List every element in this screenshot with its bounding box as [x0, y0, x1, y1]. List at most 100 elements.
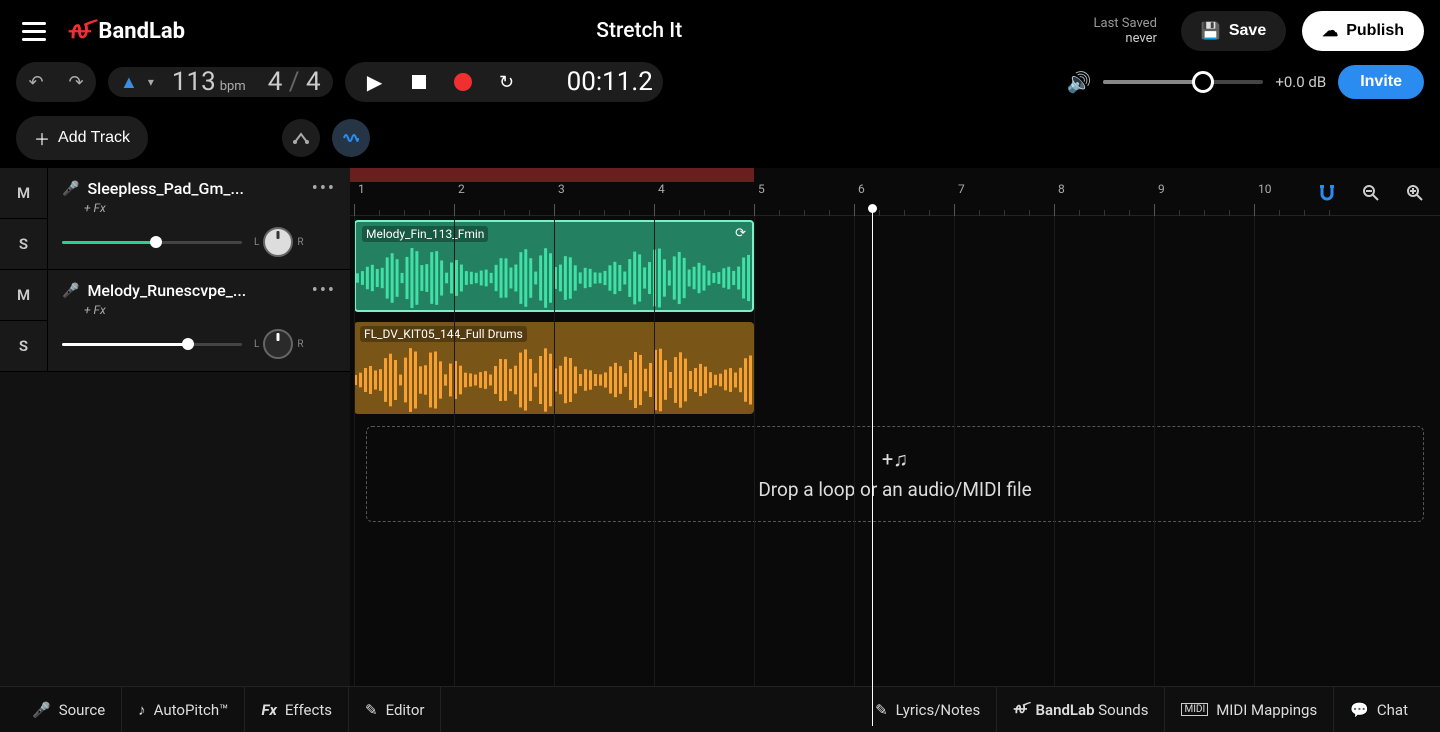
pan-right-label: R — [297, 237, 303, 248]
bandlab-sounds-tab[interactable]: ꫛ BandLab Sounds — [997, 687, 1165, 732]
playhead[interactable] — [872, 210, 873, 726]
chat-icon: 💬 — [1350, 701, 1369, 719]
pan-knob[interactable] — [263, 227, 293, 257]
sounds-brand: BandLab — [1036, 701, 1095, 719]
solo-button[interactable]: S — [0, 321, 47, 371]
mute-button[interactable]: M — [0, 168, 47, 219]
timeline-tools — [1310, 176, 1432, 210]
pen-icon: ✎ — [875, 701, 888, 719]
volume-db: +0.0 dB — [1275, 73, 1326, 91]
editor-label: Editor — [386, 701, 425, 719]
sounds-word: Sounds — [1098, 701, 1148, 719]
pan-left-label: L — [254, 237, 259, 248]
redo-button[interactable]: ↷ — [56, 62, 96, 102]
autopitch-tab[interactable]: ♪ AutoPitch™ — [122, 687, 245, 732]
pan-right-label: R — [297, 339, 303, 350]
last-saved: Last Saved never — [1094, 16, 1157, 46]
effects-label: Effects — [285, 701, 332, 719]
tune-icon: ♪ — [138, 701, 146, 719]
tempo-value: 113 — [172, 67, 216, 97]
chevron-down-icon[interactable]: ▾ — [148, 75, 154, 89]
history-pill: ↶ ↷ — [16, 62, 96, 102]
project-title[interactable]: Stretch It — [201, 19, 1078, 43]
midi-icon: MIDI — [1181, 703, 1208, 716]
brand-name: BandLab — [98, 19, 185, 44]
speaker-icon[interactable]: 🔊 — [1066, 70, 1091, 94]
sig-denominator: 4 — [306, 67, 321, 97]
fx-label[interactable]: + Fx — [84, 303, 336, 317]
effects-tab[interactable]: Fx Effects — [245, 687, 349, 732]
drop-zone-label: Drop a loop or an audio/MIDI file — [758, 478, 1031, 501]
titlebar: ꫛ BandLab Stretch It Last Saved never 💾 … — [0, 0, 1440, 62]
tempo-display[interactable]: 113 bpm — [172, 67, 246, 97]
mic-icon: 🎤 — [62, 181, 79, 197]
pencil-icon: ✎ — [365, 701, 378, 719]
publish-button[interactable]: ☁ Publish — [1302, 11, 1424, 51]
tempo-signature-pill: ▲ ▾ 113 bpm 4 / 4 — [108, 67, 333, 97]
tempo-unit: bpm — [220, 79, 246, 94]
record-button[interactable] — [443, 62, 483, 102]
track-volume-slider[interactable] — [62, 241, 242, 244]
fx-label[interactable]: + Fx — [84, 201, 336, 215]
track-volume-slider[interactable] — [62, 343, 242, 346]
transport-toolbar: ↶ ↷ ▲ ▾ 113 bpm 4 / 4 ▶ ↻ 00:11.2 🔊 +0.0… — [0, 62, 1440, 116]
waveform-toggle[interactable] — [332, 119, 370, 157]
timeline[interactable]: 12345678910 Melody_Fin_113_Fmin ⟳ FL_DV_KI… — [350, 168, 1440, 726]
solo-button[interactable]: S — [0, 219, 47, 269]
master-volume: 🔊 +0.0 dB — [1066, 70, 1326, 94]
stop-button[interactable] — [399, 62, 439, 102]
last-saved-value: never — [1094, 31, 1157, 46]
invite-button[interactable]: Invite — [1338, 65, 1424, 99]
pan-knob[interactable] — [263, 329, 293, 359]
clip-loop-icon[interactable]: ⟳ — [735, 226, 746, 241]
sig-numerator: 4 — [268, 67, 283, 97]
track-row[interactable]: M S 🎤 Sleepless_Pad_Gm_... ••• + Fx L R — [0, 168, 350, 270]
undo-button[interactable]: ↶ — [16, 62, 56, 102]
autopitch-label: AutoPitch™ — [154, 701, 229, 719]
track-menu-button[interactable]: ••• — [312, 178, 336, 199]
fx-icon: Fx — [261, 701, 276, 719]
automation-toggle[interactable] — [282, 119, 320, 157]
transport-controls: ▶ ↻ 00:11.2 — [345, 62, 663, 102]
flame-icon: ꫛ — [68, 6, 92, 57]
lyrics-notes-tab[interactable]: ✎ Lyrics/Notes — [859, 687, 997, 732]
invite-label: Invite — [1360, 73, 1402, 91]
drop-zone[interactable]: +♫ Drop a loop or an audio/MIDI file — [366, 426, 1424, 522]
time-signature[interactable]: 4 / 4 — [268, 67, 321, 97]
add-track-label: Add Track — [58, 129, 130, 147]
metronome-icon[interactable]: ▲ — [120, 72, 138, 93]
chat-tab[interactable]: 💬 Chat — [1334, 687, 1424, 732]
track-menu-button[interactable]: ••• — [312, 280, 336, 301]
menu-button[interactable] — [16, 16, 52, 47]
bottom-bar: 🎤 Source ♪ AutoPitch™ Fx Effects ✎ Edito… — [0, 686, 1440, 732]
brand-logo[interactable]: ꫛ BandLab — [68, 6, 185, 57]
clip-label: Melody_Fin_113_Fmin — [362, 226, 488, 242]
mute-button[interactable]: M — [0, 270, 47, 321]
snap-toggle[interactable] — [1310, 176, 1344, 210]
source-tab[interactable]: 🎤 Source — [16, 687, 122, 732]
source-label: Source — [59, 701, 105, 719]
music-plus-icon: +♫ — [882, 447, 908, 472]
pan-left-label: L — [254, 339, 259, 350]
zoom-out-button[interactable] — [1354, 176, 1388, 210]
midi-mappings-tab[interactable]: MIDI MIDI Mappings — [1165, 687, 1334, 732]
mic-icon: 🎤 — [62, 283, 79, 299]
mic-icon: 🎤 — [32, 701, 51, 719]
loop-region[interactable] — [350, 168, 754, 182]
plus-icon: ＋ — [34, 126, 50, 150]
timeline-ruler[interactable]: 12345678910 — [350, 168, 1440, 216]
save-button[interactable]: 💾 Save — [1181, 11, 1286, 51]
clip-label: FL_DV_KIT05_144_Full Drums — [360, 326, 527, 342]
add-track-button[interactable]: ＋ Add Track — [16, 116, 148, 160]
editor-tab[interactable]: ✎ Editor — [349, 687, 441, 732]
track-name[interactable]: Sleepless_Pad_Gm_... — [87, 179, 303, 198]
master-volume-slider[interactable] — [1103, 80, 1263, 84]
track-name[interactable]: Melody_Runescvpe_... — [87, 281, 303, 300]
timecode-display[interactable]: 00:11.2 — [567, 67, 653, 97]
workspace: M S 🎤 Sleepless_Pad_Gm_... ••• + Fx L R — [0, 168, 1440, 726]
loop-toggle[interactable]: ↻ — [487, 62, 527, 102]
midi-label: MIDI Mappings — [1216, 701, 1317, 719]
zoom-in-button[interactable] — [1398, 176, 1432, 210]
play-button[interactable]: ▶ — [355, 62, 395, 102]
track-row[interactable]: M S 🎤 Melody_Runescvpe_... ••• + Fx L R — [0, 270, 350, 372]
